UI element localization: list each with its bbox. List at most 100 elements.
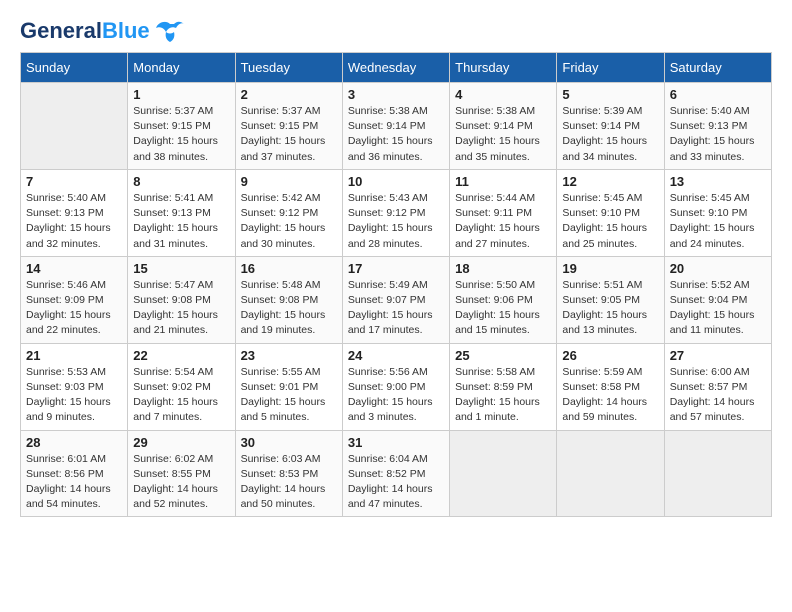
- calendar-header-row: SundayMondayTuesdayWednesdayThursdayFrid…: [21, 53, 772, 83]
- cell-details: Sunrise: 5:53 AMSunset: 9:03 PMDaylight:…: [26, 365, 122, 426]
- calendar-cell: 28 Sunrise: 6:01 AMSunset: 8:56 PMDayligh…: [21, 430, 128, 517]
- cell-details: Sunrise: 5:37 AMSunset: 9:15 PMDaylight:…: [133, 104, 229, 165]
- calendar-cell: 20 Sunrise: 5:52 AMSunset: 9:04 PMDayligh…: [664, 256, 771, 343]
- day-number: 18: [455, 261, 551, 276]
- calendar-week-2: 7Sunrise: 5:40 AMSunset: 9:13 PMDaylight…: [21, 169, 772, 256]
- day-number: 12: [562, 174, 658, 189]
- logo: GeneralBlue: [20, 20, 184, 42]
- logo-text: GeneralBlue: [20, 20, 150, 42]
- day-number: 22: [133, 348, 229, 363]
- cell-details: Sunrise: 5:55 AMSunset: 9:01 PMDaylight:…: [241, 365, 337, 426]
- day-number: 11: [455, 174, 551, 189]
- cell-details: Sunrise: 5:44 AMSunset: 9:11 PMDaylight:…: [455, 191, 551, 252]
- calendar-cell: 16 Sunrise: 5:48 AMSunset: 9:08 PMDayligh…: [235, 256, 342, 343]
- page-header: GeneralBlue: [20, 20, 772, 42]
- calendar-cell: 15 Sunrise: 5:47 AMSunset: 9:08 PMDayligh…: [128, 256, 235, 343]
- calendar-cell: 30Sunrise: 6:03 AMSunset: 8:53 PMDayligh…: [235, 430, 342, 517]
- cell-details: Sunrise: 5:39 AMSunset: 9:14 PMDaylight:…: [562, 104, 658, 165]
- calendar-cell: 23 Sunrise: 5:55 AMSunset: 9:01 PMDayligh…: [235, 343, 342, 430]
- column-header-wednesday: Wednesday: [342, 53, 449, 83]
- cell-details: Sunrise: 5:58 AMSunset: 8:59 PMDaylight:…: [455, 365, 551, 426]
- calendar-cell: [557, 430, 664, 517]
- calendar-cell: [664, 430, 771, 517]
- cell-details: Sunrise: 6:02 AMSunset: 8:55 PMDaylight:…: [133, 452, 229, 513]
- calendar-cell: [450, 430, 557, 517]
- day-number: 7: [26, 174, 122, 189]
- calendar-cell: 19 Sunrise: 5:51 AMSunset: 9:05 PMDayligh…: [557, 256, 664, 343]
- calendar-cell: 8 Sunrise: 5:41 AMSunset: 9:13 PMDaylight…: [128, 169, 235, 256]
- day-number: 27: [670, 348, 766, 363]
- cell-details: Sunrise: 5:42 AMSunset: 9:12 PMDaylight:…: [241, 191, 337, 252]
- day-number: 23: [241, 348, 337, 363]
- logo-bird-icon: [156, 20, 184, 42]
- calendar-cell: 17 Sunrise: 5:49 AMSunset: 9:07 PMDayligh…: [342, 256, 449, 343]
- cell-details: Sunrise: 5:52 AMSunset: 9:04 PMDaylight:…: [670, 278, 766, 339]
- cell-details: Sunrise: 5:49 AMSunset: 9:07 PMDaylight:…: [348, 278, 444, 339]
- day-number: 14: [26, 261, 122, 276]
- cell-details: Sunrise: 5:48 AMSunset: 9:08 PMDaylight:…: [241, 278, 337, 339]
- day-number: 16: [241, 261, 337, 276]
- day-number: 19: [562, 261, 658, 276]
- calendar-week-5: 28 Sunrise: 6:01 AMSunset: 8:56 PMDayligh…: [21, 430, 772, 517]
- calendar-cell: 22 Sunrise: 5:54 AMSunset: 9:02 PMDayligh…: [128, 343, 235, 430]
- day-number: 4: [455, 87, 551, 102]
- column-header-thursday: Thursday: [450, 53, 557, 83]
- day-number: 25: [455, 348, 551, 363]
- cell-details: Sunrise: 5:50 AMSunset: 9:06 PMDaylight:…: [455, 278, 551, 339]
- calendar-cell: 1 Sunrise: 5:37 AMSunset: 9:15 PMDaylight…: [128, 83, 235, 170]
- calendar-cell: 13Sunrise: 5:45 AMSunset: 9:10 PMDayligh…: [664, 169, 771, 256]
- cell-details: Sunrise: 5:38 AMSunset: 9:14 PMDaylight:…: [348, 104, 444, 165]
- cell-details: Sunrise: 5:47 AMSunset: 9:08 PMDaylight:…: [133, 278, 229, 339]
- calendar-cell: 18 Sunrise: 5:50 AMSunset: 9:06 PMDayligh…: [450, 256, 557, 343]
- calendar-week-4: 21 Sunrise: 5:53 AMSunset: 9:03 PMDayligh…: [21, 343, 772, 430]
- day-number: 30: [241, 435, 337, 450]
- day-number: 5: [562, 87, 658, 102]
- calendar-cell: 14 Sunrise: 5:46 AMSunset: 9:09 PMDayligh…: [21, 256, 128, 343]
- day-number: 17: [348, 261, 444, 276]
- column-header-saturday: Saturday: [664, 53, 771, 83]
- cell-details: Sunrise: 5:41 AMSunset: 9:13 PMDaylight:…: [133, 191, 229, 252]
- calendar-cell: [21, 83, 128, 170]
- cell-details: Sunrise: 5:54 AMSunset: 9:02 PMDaylight:…: [133, 365, 229, 426]
- cell-details: Sunrise: 5:46 AMSunset: 9:09 PMDaylight:…: [26, 278, 122, 339]
- day-number: 24: [348, 348, 444, 363]
- calendar-week-1: 1 Sunrise: 5:37 AMSunset: 9:15 PMDaylight…: [21, 83, 772, 170]
- column-header-monday: Monday: [128, 53, 235, 83]
- day-number: 26: [562, 348, 658, 363]
- day-number: 9: [241, 174, 337, 189]
- day-number: 29: [133, 435, 229, 450]
- day-number: 31: [348, 435, 444, 450]
- day-number: 1: [133, 87, 229, 102]
- calendar-cell: 3 Sunrise: 5:38 AMSunset: 9:14 PMDaylight…: [342, 83, 449, 170]
- calendar-cell: 7Sunrise: 5:40 AMSunset: 9:13 PMDaylight…: [21, 169, 128, 256]
- calendar-cell: 5 Sunrise: 5:39 AMSunset: 9:14 PMDaylight…: [557, 83, 664, 170]
- day-number: 3: [348, 87, 444, 102]
- column-header-sunday: Sunday: [21, 53, 128, 83]
- cell-details: Sunrise: 5:38 AMSunset: 9:14 PMDaylight:…: [455, 104, 551, 165]
- cell-details: Sunrise: 6:04 AMSunset: 8:52 PMDaylight:…: [348, 452, 444, 513]
- calendar-cell: 21 Sunrise: 5:53 AMSunset: 9:03 PMDayligh…: [21, 343, 128, 430]
- day-number: 20: [670, 261, 766, 276]
- day-number: 15: [133, 261, 229, 276]
- cell-details: Sunrise: 5:37 AMSunset: 9:15 PMDaylight:…: [241, 104, 337, 165]
- calendar-cell: 29 Sunrise: 6:02 AMSunset: 8:55 PMDayligh…: [128, 430, 235, 517]
- cell-details: Sunrise: 6:00 AMSunset: 8:57 PMDaylight:…: [670, 365, 766, 426]
- cell-details: Sunrise: 5:43 AMSunset: 9:12 PMDaylight:…: [348, 191, 444, 252]
- calendar-cell: 9 Sunrise: 5:42 AMSunset: 9:12 PMDaylight…: [235, 169, 342, 256]
- cell-details: Sunrise: 5:59 AMSunset: 8:58 PMDaylight:…: [562, 365, 658, 426]
- day-number: 21: [26, 348, 122, 363]
- day-number: 8: [133, 174, 229, 189]
- day-number: 2: [241, 87, 337, 102]
- calendar-week-3: 14 Sunrise: 5:46 AMSunset: 9:09 PMDayligh…: [21, 256, 772, 343]
- calendar-cell: 12Sunrise: 5:45 AMSunset: 9:10 PMDayligh…: [557, 169, 664, 256]
- calendar-cell: 6Sunrise: 5:40 AMSunset: 9:13 PMDaylight…: [664, 83, 771, 170]
- calendar-cell: 11 Sunrise: 5:44 AMSunset: 9:11 PMDayligh…: [450, 169, 557, 256]
- day-number: 28: [26, 435, 122, 450]
- calendar-cell: 4 Sunrise: 5:38 AMSunset: 9:14 PMDaylight…: [450, 83, 557, 170]
- calendar-cell: 10Sunrise: 5:43 AMSunset: 9:12 PMDayligh…: [342, 169, 449, 256]
- day-number: 6: [670, 87, 766, 102]
- cell-details: Sunrise: 6:01 AMSunset: 8:56 PMDaylight:…: [26, 452, 122, 513]
- calendar-cell: 2 Sunrise: 5:37 AMSunset: 9:15 PMDaylight…: [235, 83, 342, 170]
- cell-details: Sunrise: 5:51 AMSunset: 9:05 PMDaylight:…: [562, 278, 658, 339]
- calendar-cell: 27 Sunrise: 6:00 AMSunset: 8:57 PMDayligh…: [664, 343, 771, 430]
